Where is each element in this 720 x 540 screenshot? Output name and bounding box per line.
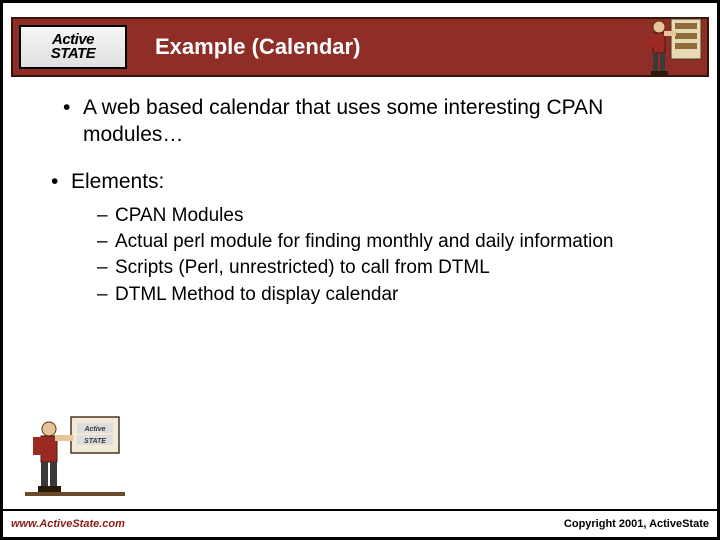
- sub-bullet-item: – DTML Method to display calendar: [97, 283, 677, 307]
- activestate-logo: Active STATE: [19, 25, 127, 69]
- dash-icon: –: [97, 283, 115, 307]
- worker-figure-icon: [641, 13, 703, 81]
- bullet-text: Elements:: [71, 169, 677, 196]
- content-area: • A web based calendar that uses some in…: [63, 95, 677, 309]
- bullet-item: • A web based calendar that uses some in…: [63, 95, 677, 149]
- sub-bullet-item: – CPAN Modules: [97, 204, 677, 228]
- dash-icon: –: [97, 230, 115, 254]
- dash-icon: –: [97, 204, 115, 228]
- footer-bar: www.ActiveState.com Copyright 2001, Acti…: [3, 509, 717, 537]
- sub-bullet-group: – CPAN Modules – Actual perl module for …: [97, 204, 677, 307]
- sub-bullet-item: – Scripts (Perl, unrestricted) to call f…: [97, 256, 677, 280]
- bullet-item: • Elements:: [51, 169, 677, 196]
- dash-icon: –: [97, 256, 115, 280]
- worker-with-sign-icon: Active STATE: [25, 411, 125, 501]
- svg-text:STATE: STATE: [84, 438, 106, 445]
- svg-text:Active: Active: [83, 426, 105, 433]
- sub-bullet-text: Actual perl module for finding monthly a…: [115, 230, 677, 254]
- bullet-dot-icon: •: [63, 95, 83, 149]
- sub-bullet-text: Scripts (Perl, unrestricted) to call fro…: [115, 256, 677, 280]
- sub-bullet-text: CPAN Modules: [115, 204, 677, 228]
- copyright-text: Copyright 2001, ActiveState: [564, 518, 709, 530]
- header-bar: Active STATE Example (Calendar): [11, 17, 709, 77]
- footer-url: www.ActiveState.com: [11, 518, 125, 530]
- bullet-dot-icon: •: [51, 169, 71, 196]
- sub-bullet-text: DTML Method to display calendar: [115, 283, 677, 307]
- logo-text-line2: STATE: [51, 47, 95, 61]
- slide: Active STATE Example (Calendar) •: [0, 0, 720, 540]
- sub-bullet-item: – Actual perl module for finding monthly…: [97, 230, 677, 254]
- bullet-text: A web based calendar that uses some inte…: [83, 95, 677, 149]
- slide-title: Example (Calendar): [155, 34, 360, 60]
